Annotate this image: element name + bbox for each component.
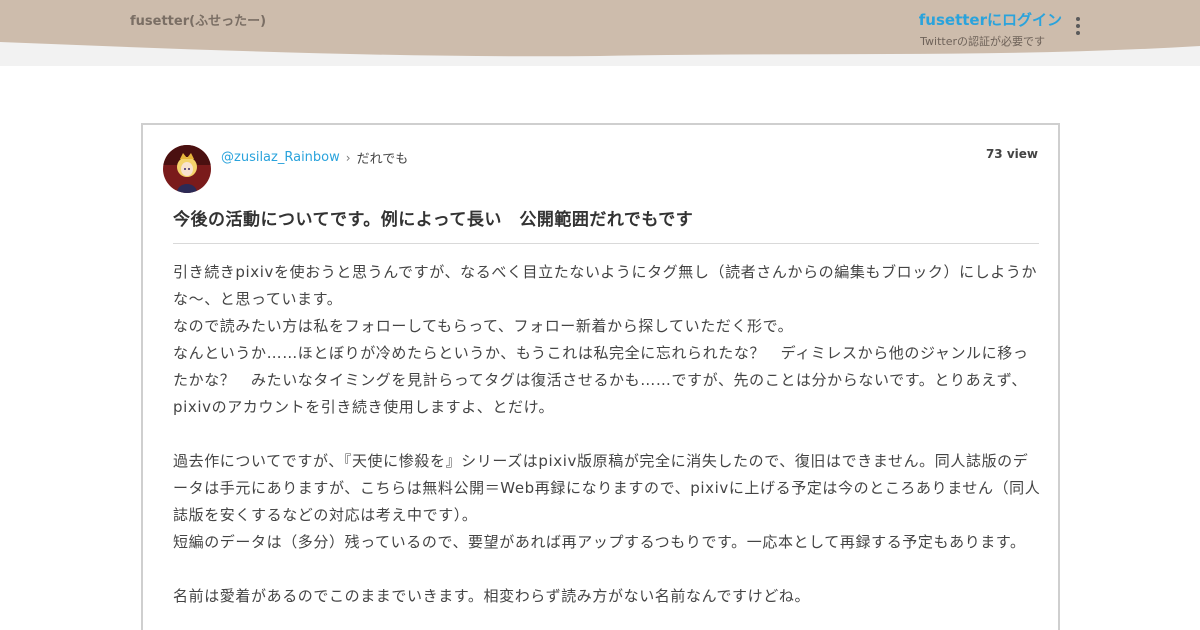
post-title: 今後の活動についてです。例によって長い 公開範囲だれでもです xyxy=(173,210,694,230)
chevron-right-icon: › xyxy=(345,150,351,165)
body-paragraph: 過去作についてですが、『天使に惨殺を』シリーズはpixiv版原稿が完全に消失した… xyxy=(173,452,1041,524)
menu-dot xyxy=(1076,31,1080,35)
body-paragraph: なので読みたい方は私をフォローしてもらって、フォロー新着から探していただく形で。 xyxy=(173,317,794,335)
view-count: 73 view xyxy=(985,147,1038,161)
site-brand[interactable]: fusetter(ふせったー) xyxy=(130,10,266,29)
login-note: Twitterの認証が必要です xyxy=(920,35,1045,48)
divider xyxy=(173,243,1039,244)
user-link[interactable]: @zusilaz_Rainbow xyxy=(221,150,340,165)
post-card: @zusilaz_Rainbow › だれでも 73 view 今後の活動につい… xyxy=(141,123,1060,630)
audience-label: だれでも xyxy=(356,152,409,167)
body-paragraph: 引き続きpixivを使おうと思うんですが、なるべく目立たないようにタグ無し（読者… xyxy=(173,263,1038,308)
post-body: 引き続きpixivを使おうと思うんですが、なるべく目立たないようにタグ無し（読者… xyxy=(173,259,1041,610)
menu-dot xyxy=(1076,24,1080,28)
body-paragraph xyxy=(173,556,1041,583)
login-link[interactable]: fusetterにログイン xyxy=(919,9,1062,30)
body-paragraph xyxy=(173,421,1041,448)
vertical-dots-icon[interactable] xyxy=(1070,13,1086,39)
body-paragraph: 名前は愛着があるのでこのままでいきます。相変わらず読み方がない名前なんですけどね… xyxy=(173,587,811,605)
body-paragraph: なんというか……ほとぼりが冷めたらというか、もうこれは私完全に忘れられたな？ デ… xyxy=(173,344,1029,416)
avatar[interactable] xyxy=(163,145,211,193)
post-meta: @zusilaz_Rainbow › だれでも xyxy=(221,148,408,167)
body-paragraph: 短編のデータは（多分）残っているので、要望があれば再アップするつもりです。一応本… xyxy=(173,533,1026,551)
menu-dot xyxy=(1076,17,1080,21)
